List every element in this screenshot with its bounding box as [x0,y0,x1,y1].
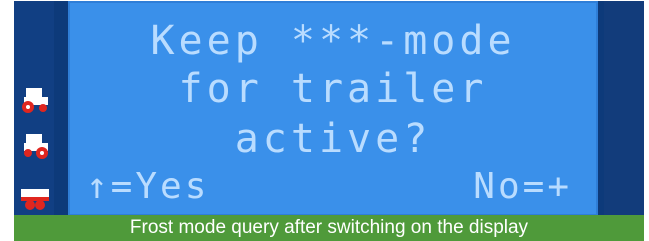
display-line-3: active? [234,116,432,162]
tractor-icon [22,88,48,113]
trailer-icon [21,189,49,210]
display-line-1: Keep ***-mode [150,18,516,64]
right-strip [604,1,644,216]
lcd-screen: Keep ***-mode for trailer active? ↑=Yes … [68,1,598,216]
caption-bar: Frost mode query after switching on the … [14,215,644,241]
yes-prompt: ↑=Yes [86,166,210,207]
tractor-icon [24,134,48,159]
left-sidebar [14,1,54,216]
display-line-2: for trailer [178,66,488,112]
no-prompt: No=+ [473,166,572,207]
display-frame: Keep ***-mode for trailer active? ↑=Yes … [14,1,644,241]
